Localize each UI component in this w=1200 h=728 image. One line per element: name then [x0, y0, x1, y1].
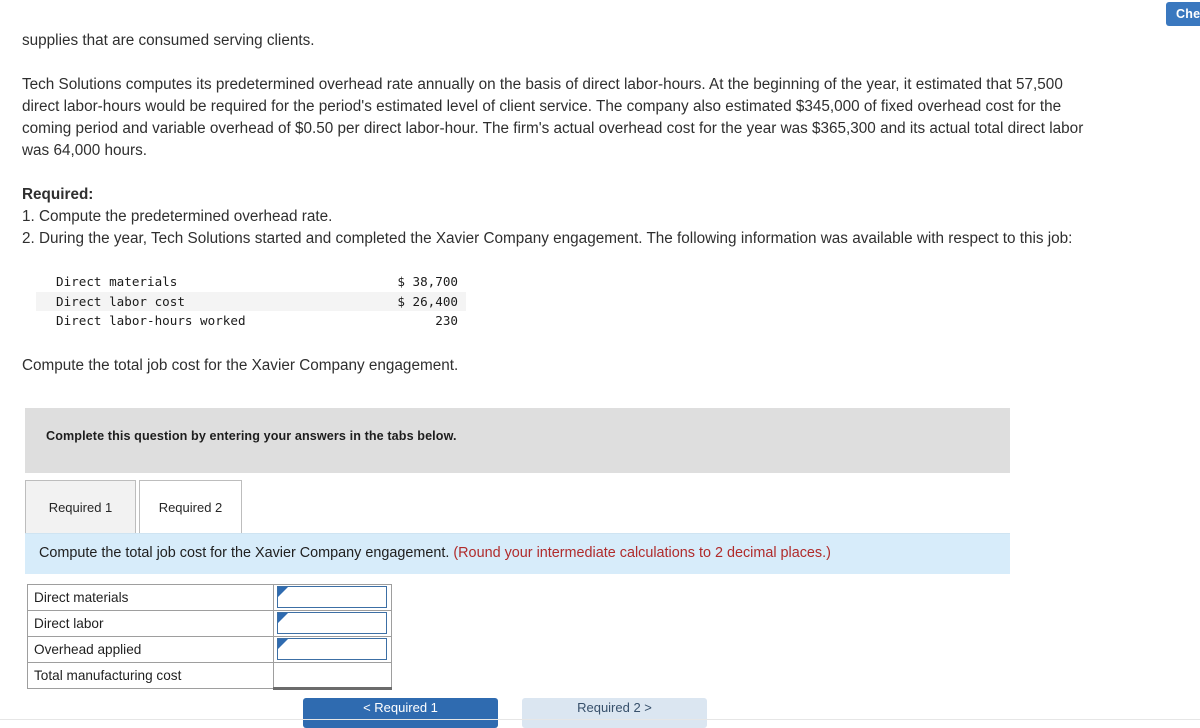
- answer-row-label: Total manufacturing cost: [27, 662, 274, 689]
- requirement-1-text: 1. Compute the predetermined overhead ra…: [22, 208, 333, 225]
- job-data-label: Direct labor-hours worked: [56, 313, 246, 328]
- scenario-paragraph: Tech Solutions computes its predetermine…: [22, 76, 1084, 159]
- table-row: Direct materials $ 38,700: [36, 272, 466, 292]
- job-data-label: Direct materials: [56, 274, 178, 289]
- table-row: Total manufacturing cost: [27, 662, 392, 690]
- answer-row-label: Overhead applied: [27, 636, 274, 663]
- tab-instruction-strip: Compute the total job cost for the Xavie…: [25, 534, 1010, 574]
- answer-input-cell[interactable]: [273, 584, 392, 611]
- closing-instruction-text: Compute the total job cost for the Xavie…: [22, 356, 459, 374]
- requirement-2-text: 2. During the year, Tech Solutions start…: [22, 230, 1073, 247]
- direct-materials-input[interactable]: [277, 586, 387, 608]
- job-data-table-body: Direct materials $ 38,700 Direct labor c…: [36, 272, 466, 331]
- total-manufacturing-cost-cell: [273, 662, 392, 690]
- question-body: supplies that are consumed serving clien…: [22, 30, 1092, 392]
- answer-input-cell[interactable]: [273, 610, 392, 637]
- table-row: Direct labor-hours worked 230: [36, 311, 466, 331]
- table-row: Direct labor: [27, 610, 392, 637]
- job-data-value: 230: [435, 313, 458, 328]
- job-data-table: Direct materials $ 38,700 Direct labor c…: [36, 272, 466, 331]
- answer-row-label: Direct labor: [27, 610, 274, 637]
- answer-entry-table-body: Direct materials Direct labor Overhead a…: [27, 584, 392, 690]
- tab-instruction-main: Compute the total job cost for the Xavie…: [39, 545, 450, 561]
- answer-input-cell[interactable]: [273, 636, 392, 663]
- required-block: Required: 1. Compute the predetermined o…: [22, 184, 1092, 250]
- direct-labor-input[interactable]: [277, 612, 387, 634]
- tab-instruction-line: Compute the total job cost for the Xavie…: [39, 545, 831, 561]
- job-data-label: Direct labor cost: [56, 293, 185, 309]
- overhead-applied-input[interactable]: [277, 638, 387, 660]
- tab-required-1[interactable]: Required 1: [25, 480, 136, 534]
- next-requirement-button[interactable]: Required 2 >: [522, 698, 707, 728]
- complete-question-banner: Complete this question by entering your …: [25, 408, 1010, 473]
- answer-row-label: Direct materials: [27, 584, 274, 611]
- requirement-tabs: Required 1 Required 2: [25, 480, 1010, 534]
- table-row: Overhead applied: [27, 636, 392, 663]
- tab-required-2[interactable]: Required 2: [139, 480, 242, 534]
- complete-question-banner-text: Complete this question by entering your …: [46, 429, 457, 443]
- required-heading: Required:: [22, 186, 94, 203]
- page-bottom-rule: [0, 719, 1200, 720]
- job-data-value: $ 38,700: [397, 274, 458, 289]
- intro-fragment-text: supplies that are consumed serving clien…: [22, 32, 315, 49]
- previous-requirement-button[interactable]: < Required 1: [303, 698, 498, 728]
- table-row: Direct labor cost $ 26,400: [36, 291, 466, 311]
- check-my-work-button[interactable]: Check my work: [1166, 2, 1200, 26]
- job-data-value: $ 26,400: [397, 293, 458, 309]
- tab-instruction-hint: (Round your intermediate calculations to…: [453, 545, 831, 561]
- answer-entry-table: Direct materials Direct labor Overhead a…: [27, 584, 392, 690]
- table-row: Direct materials: [27, 584, 392, 611]
